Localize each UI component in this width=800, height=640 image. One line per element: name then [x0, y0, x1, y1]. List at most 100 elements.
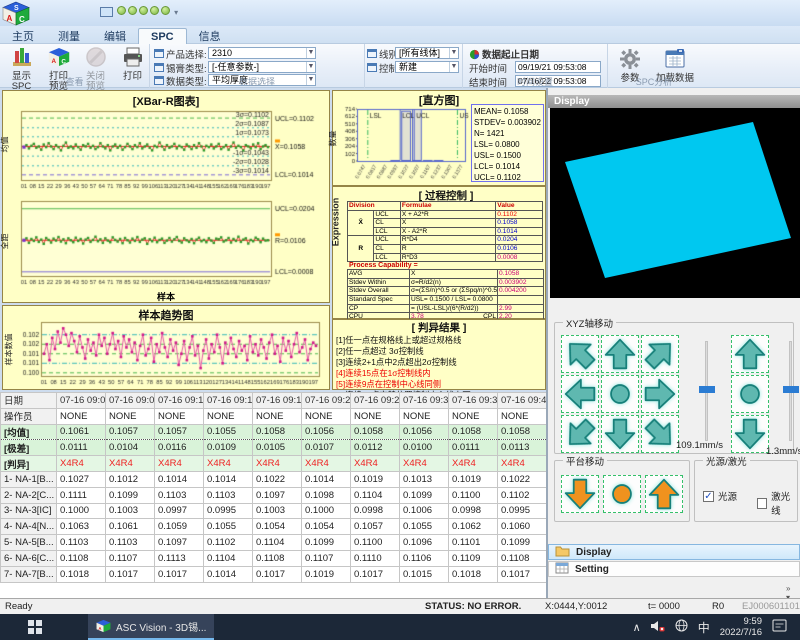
table-cell[interactable]: 0.1022 [253, 471, 302, 487]
table-cell[interactable]: X4R4 [302, 456, 351, 472]
table-row-label[interactable]: 操作员 [1, 408, 57, 424]
table-cell[interactable]: 0.1058 [351, 424, 400, 440]
table-cell[interactable]: 0.1058 [449, 424, 498, 440]
xyz-down-right-button[interactable] [641, 415, 679, 453]
toolbar-overflow-icon[interactable]: ▾ [174, 8, 178, 17]
table-cell[interactable]: 0.1055 [204, 519, 253, 535]
start-button[interactable] [28, 620, 42, 637]
table-cell[interactable]: 0.1110 [351, 550, 400, 566]
dropdown-line0[interactable]: [所有线体]▼ [395, 47, 459, 59]
table-cell[interactable]: 0.1012 [106, 471, 155, 487]
table-cell[interactable]: 0.0995 [204, 503, 253, 519]
table-cell[interactable]: 0.1057 [351, 519, 400, 535]
chevron-down-icon[interactable]: ▼ [306, 48, 315, 58]
chevron-down-icon[interactable]: ▼ [306, 62, 315, 72]
table-cell[interactable]: 0.1055 [400, 519, 449, 535]
table-cell[interactable]: 0.0109 [204, 440, 253, 456]
quick-access-icon[interactable] [117, 6, 126, 15]
table-cell[interactable]: 0.1102 [498, 487, 547, 503]
table-cell[interactable]: X4R4 [204, 456, 253, 472]
table-cell[interactable]: 0.1108 [253, 550, 302, 566]
table-cell[interactable]: X4R4 [498, 456, 547, 472]
table-column-header[interactable]: 07-16 09:14 [204, 393, 253, 409]
table-row-label[interactable]: 5- NA-5[B... [1, 535, 57, 551]
table-row-label[interactable]: [判异] [1, 456, 57, 472]
xy-speed-slider-handle[interactable] [699, 386, 715, 393]
table-row-label[interactable]: 1- NA-1[B... [1, 471, 57, 487]
table-cell[interactable]: 0.1056 [400, 424, 449, 440]
speaker-muted-icon[interactable] [651, 620, 665, 635]
table-cell[interactable]: 0.1104 [351, 487, 400, 503]
table-cell[interactable]: X4R4 [400, 456, 449, 472]
table-cell[interactable]: 0.0113 [498, 440, 547, 456]
table-cell[interactable]: 0.1006 [400, 503, 449, 519]
table-cell[interactable]: NONE [498, 408, 547, 424]
table-cell[interactable]: 0.1014 [302, 471, 351, 487]
ime-indicator[interactable]: 中 [698, 619, 710, 636]
table-cell[interactable]: 0.1111 [57, 487, 106, 503]
xyz-down-left-button[interactable] [561, 415, 599, 453]
table-cell[interactable]: 0.1057 [155, 424, 204, 440]
z-down-button[interactable] [731, 415, 769, 453]
table-cell[interactable]: 0.0111 [449, 440, 498, 456]
table-cell[interactable]: X4R4 [106, 456, 155, 472]
table-cell[interactable]: 0.1104 [253, 535, 302, 551]
table-column-header[interactable]: 07-16 09:00 [57, 393, 106, 409]
table-cell[interactable]: 0.1014 [204, 471, 253, 487]
table-cell[interactable]: 0.1062 [449, 519, 498, 535]
table-column-header[interactable]: 07-16 09:19 [253, 393, 302, 409]
table-row-label[interactable]: [均值] [1, 424, 57, 440]
table-cell[interactable]: X4R4 [253, 456, 302, 472]
table-cell[interactable]: 0.0998 [449, 503, 498, 519]
table-cell[interactable]: 0.1017 [106, 566, 155, 582]
table-cell[interactable]: NONE [449, 408, 498, 424]
table-cell[interactable]: 0.1057 [106, 424, 155, 440]
table-cell[interactable]: X4R4 [351, 456, 400, 472]
sample-data-table[interactable]: 日期07-16 09:0007-16 09:0507-16 09:1007-16… [0, 392, 546, 598]
light-checkbox[interactable]: ✓ [703, 491, 714, 502]
table-cell[interactable]: 0.1096 [400, 535, 449, 551]
table-cell[interactable]: 0.1099 [302, 535, 351, 551]
taskbar-clock[interactable]: 9:59 2022/7/16 [720, 616, 762, 638]
table-cell[interactable]: NONE [155, 408, 204, 424]
table-cell[interactable]: NONE [302, 408, 351, 424]
table-cell[interactable]: 0.0107 [302, 440, 351, 456]
table-cell[interactable]: 0.1058 [498, 424, 547, 440]
table-column-header[interactable]: 07-16 09:28 [351, 393, 400, 409]
table-column-header[interactable]: 07-16 09:37 [449, 393, 498, 409]
xyz-up-right-button[interactable] [641, 335, 679, 373]
table-cell[interactable]: 0.1102 [204, 535, 253, 551]
table-cell[interactable]: 0.0995 [498, 503, 547, 519]
table-cell[interactable]: NONE [204, 408, 253, 424]
table-cell[interactable]: 0.1103 [155, 487, 204, 503]
table-cell[interactable]: 0.1054 [253, 519, 302, 535]
table-cell[interactable]: 0.1017 [155, 566, 204, 582]
table-row-label[interactable]: 7- NA-7[B... [1, 566, 57, 582]
quick-access-icon[interactable] [139, 6, 148, 15]
table-cell[interactable]: 0.0111 [57, 440, 106, 456]
xyz-up-left-button[interactable] [561, 335, 599, 373]
panel-bar-display[interactable]: Display [548, 544, 800, 560]
table-cell[interactable]: 0.1027 [57, 471, 106, 487]
table-cell[interactable]: 0.1059 [155, 519, 204, 535]
tab-信息[interactable]: 信息 [187, 26, 233, 44]
table-cell[interactable]: 0.1058 [253, 424, 302, 440]
table-cell[interactable]: 0.1056 [302, 424, 351, 440]
table-row-label[interactable]: [极差] [1, 440, 57, 456]
table-cell[interactable]: 0.1063 [57, 519, 106, 535]
table-cell[interactable]: 0.0112 [351, 440, 400, 456]
dropdown-product0[interactable]: 2310▼ [208, 47, 316, 59]
table-column-header[interactable]: 07-16 09:05 [106, 393, 155, 409]
quick-access-icon[interactable] [161, 6, 170, 15]
z-speed-slider[interactable] [789, 341, 792, 441]
quick-access-icon[interactable] [150, 6, 159, 15]
table-cell[interactable]: 0.1017 [351, 566, 400, 582]
table-cell[interactable]: 0.1060 [498, 519, 547, 535]
table-cell[interactable]: 0.1108 [57, 550, 106, 566]
quick-access-icon[interactable] [128, 6, 137, 15]
table-cell[interactable]: 0.1019 [302, 566, 351, 582]
table-row-label[interactable]: 3- NA-3[IC] [1, 503, 57, 519]
table-cell[interactable]: 0.1103 [204, 487, 253, 503]
chevron-down-icon[interactable]: ▼ [449, 48, 458, 58]
z-speed-slider-handle[interactable] [783, 386, 799, 393]
